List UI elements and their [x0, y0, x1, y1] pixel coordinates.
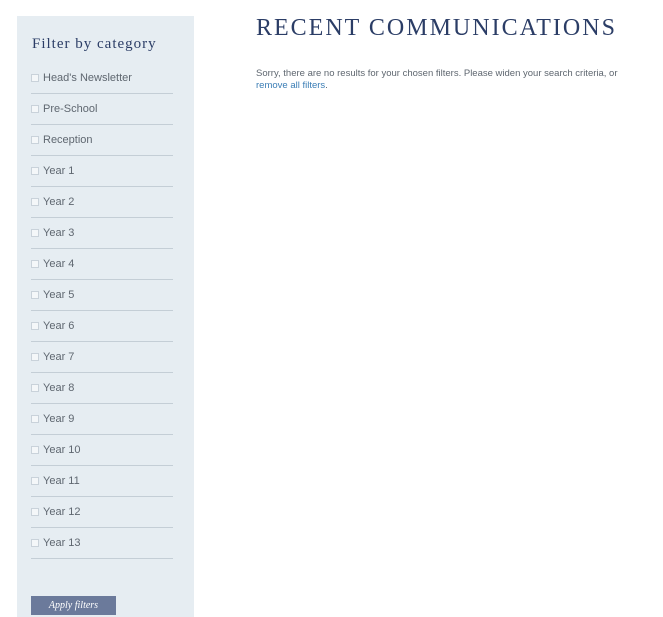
filter-item-year-7[interactable]: Year 7	[31, 342, 173, 373]
filter-label: Year 10	[43, 444, 81, 456]
filter-item-heads-newsletter[interactable]: Head's Newsletter	[31, 63, 173, 94]
filter-item-year-12[interactable]: Year 12	[31, 497, 173, 528]
filter-label: Year 11	[43, 475, 80, 487]
page-title: RECENT COMMUNICATIONS	[256, 15, 617, 41]
filter-item-year-4[interactable]: Year 4	[31, 249, 173, 280]
filter-label: Year 6	[43, 320, 75, 332]
filter-label: Year 7	[43, 351, 75, 363]
filter-checkbox[interactable]	[31, 446, 39, 454]
filter-item-year-3[interactable]: Year 3	[31, 218, 173, 249]
filter-label: Year 2	[43, 196, 75, 208]
no-results-text: Sorry, there are no results for your cho…	[256, 68, 618, 79]
filter-label: Year 4	[43, 258, 75, 270]
filter-item-pre-school[interactable]: Pre-School	[31, 94, 173, 125]
filter-item-year-2[interactable]: Year 2	[31, 187, 173, 218]
filter-item-year-8[interactable]: Year 8	[31, 373, 173, 404]
filter-item-reception[interactable]: Reception	[31, 125, 173, 156]
filter-label: Year 1	[43, 165, 75, 177]
filter-label: Year 13	[43, 537, 81, 549]
filter-checkbox[interactable]	[31, 291, 39, 299]
filter-item-year-13[interactable]: Year 13	[31, 528, 173, 559]
filter-label: Reception	[43, 134, 93, 146]
filter-checkbox[interactable]	[31, 353, 39, 361]
filter-label: Pre-School	[43, 103, 98, 115]
filter-checkbox[interactable]	[31, 105, 39, 113]
filter-checkbox[interactable]	[31, 260, 39, 268]
filter-item-year-5[interactable]: Year 5	[31, 280, 173, 311]
no-results-message: Sorry, there are no results for your cho…	[256, 68, 661, 92]
filter-checkbox[interactable]	[31, 167, 39, 175]
filter-item-year-11[interactable]: Year 11	[31, 466, 173, 497]
filter-checkbox[interactable]	[31, 539, 39, 547]
remove-all-filters-link[interactable]: remove all filters	[256, 80, 325, 91]
filter-label: Head's Newsletter	[43, 72, 132, 84]
filter-label: Year 8	[43, 382, 75, 394]
filter-checkbox[interactable]	[31, 384, 39, 392]
filter-item-year-10[interactable]: Year 10	[31, 435, 173, 466]
filter-item-year-1[interactable]: Year 1	[31, 156, 173, 187]
filter-label: Year 12	[43, 506, 81, 518]
filter-checkbox[interactable]	[31, 322, 39, 330]
filter-checkbox[interactable]	[31, 508, 39, 516]
filter-checkbox[interactable]	[31, 74, 39, 82]
filter-label: Year 9	[43, 413, 75, 425]
filter-checkbox[interactable]	[31, 477, 39, 485]
filter-item-year-9[interactable]: Year 9	[31, 404, 173, 435]
filter-checkbox[interactable]	[31, 198, 39, 206]
filter-checkbox[interactable]	[31, 136, 39, 144]
filter-checkbox[interactable]	[31, 415, 39, 423]
sidebar-title: Filter by category	[32, 36, 157, 52]
filter-item-year-6[interactable]: Year 6	[31, 311, 173, 342]
filter-label: Year 5	[43, 289, 75, 301]
filter-list: Head's Newsletter Pre-School Reception Y…	[31, 63, 173, 559]
filter-sidebar: Filter by category Head's Newsletter Pre…	[17, 16, 194, 617]
filter-label: Year 3	[43, 227, 75, 239]
apply-filters-button[interactable]: Apply filters	[31, 596, 116, 615]
message-end: .	[325, 80, 328, 91]
filter-checkbox[interactable]	[31, 229, 39, 237]
